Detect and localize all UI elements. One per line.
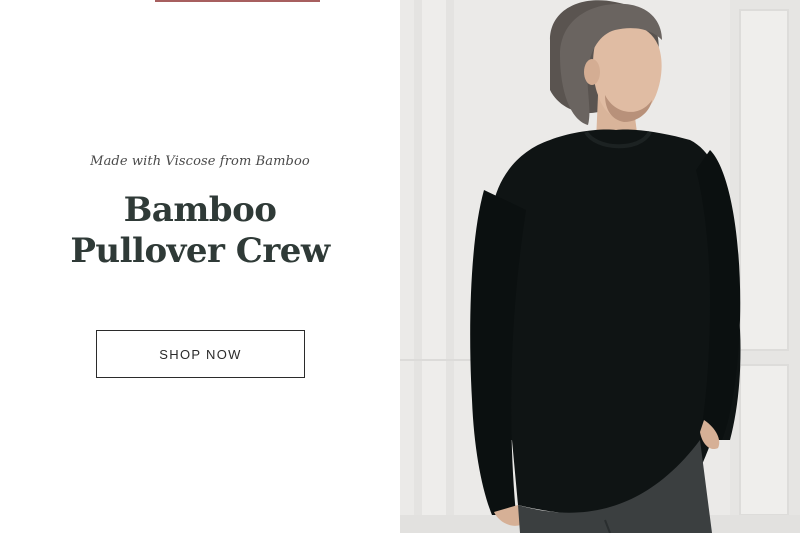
model-photo-illustration [400, 0, 800, 533]
promo-text-panel: Made with Viscose from Bamboo Bamboo Pul… [0, 0, 400, 533]
promo-title-line-1: Bamboo [123, 190, 277, 230]
top-edge-accent [155, 0, 320, 2]
shop-now-button[interactable]: SHOP NOW [96, 330, 305, 378]
product-promo-banner: Made with Viscose from Bamboo Bamboo Pul… [0, 0, 800, 533]
promo-eyebrow: Made with Viscose from Bamboo [90, 154, 310, 169]
product-photo[interactable] [400, 0, 800, 533]
promo-title: Bamboo Pullover Crew [0, 190, 400, 272]
promo-title-line-2: Pullover Crew [70, 231, 330, 271]
